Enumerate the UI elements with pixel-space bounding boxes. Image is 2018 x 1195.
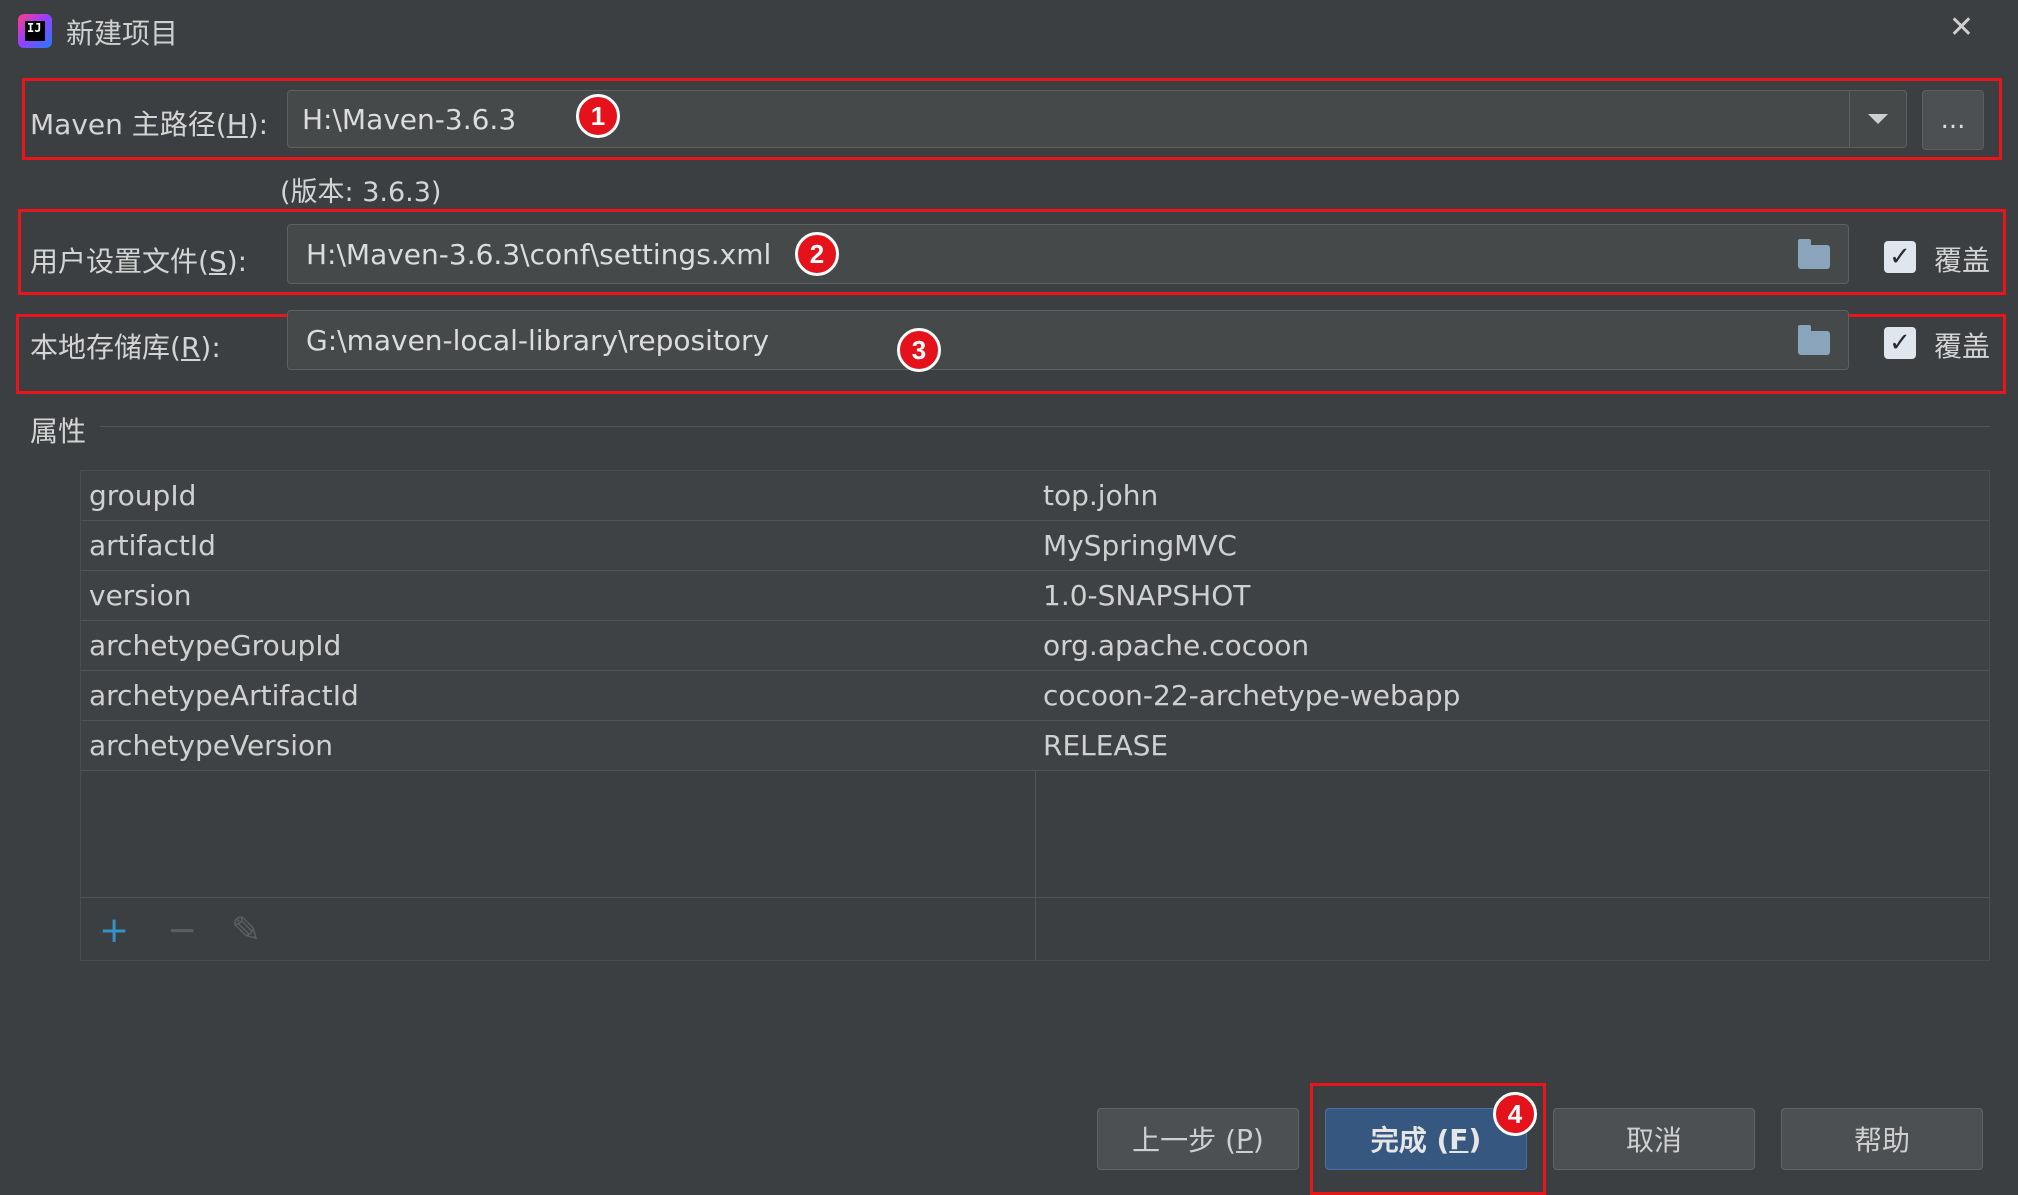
- folder-icon[interactable]: [1798, 325, 1830, 355]
- property-key: version: [89, 579, 192, 612]
- user-settings-override-checkbox[interactable]: ✓: [1884, 241, 1916, 273]
- local-repo-override-label: 覆盖: [1934, 330, 1991, 363]
- property-key: artifactId: [89, 529, 216, 562]
- properties-toolbar: + − ✎: [81, 897, 1989, 960]
- maven-home-combobox[interactable]: H:\Maven-3.6.3: [287, 90, 1907, 148]
- local-repo-label: 本地存储库(R):: [30, 331, 221, 364]
- property-key: archetypeArtifactId: [89, 679, 359, 712]
- user-settings-label: 用户设置文件(S):: [30, 245, 248, 278]
- property-value: top.john: [1043, 479, 1159, 512]
- user-settings-field[interactable]: H:\Maven-3.6.3\conf\settings.xml: [287, 224, 1849, 284]
- property-key: archetypeVersion: [89, 729, 333, 762]
- maven-home-browse-button[interactable]: ...: [1922, 90, 1984, 150]
- annotation-badge-3: 3: [897, 328, 941, 372]
- annotation-badge-4: 4: [1493, 1092, 1537, 1136]
- annotation-badge-1: 1: [576, 94, 620, 138]
- maven-version-text: (版本: 3.6.3): [280, 177, 442, 208]
- properties-section-title: 属性: [30, 415, 87, 448]
- help-button[interactable]: 帮助: [1781, 1108, 1983, 1170]
- annotation-badge-2: 2: [795, 232, 839, 276]
- user-settings-override-label: 覆盖: [1934, 244, 1991, 277]
- add-icon[interactable]: +: [99, 910, 129, 951]
- table-row[interactable]: archetypeArtifactId cocoon-22-archetype-…: [81, 671, 1989, 721]
- property-value: org.apache.cocoon: [1043, 629, 1310, 662]
- property-value: 1.0-SNAPSHOT: [1043, 579, 1251, 612]
- intellij-app-icon: IJ: [18, 14, 52, 48]
- property-value: MySpringMVC: [1043, 529, 1237, 562]
- property-key: groupId: [89, 479, 197, 512]
- property-value: RELEASE: [1043, 729, 1169, 762]
- previous-button[interactable]: 上一步 (P): [1097, 1108, 1299, 1170]
- edit-icon[interactable]: ✎: [231, 910, 261, 951]
- local-repo-value: G:\maven-local-library\repository: [306, 323, 770, 357]
- window-title: 新建项目: [66, 17, 179, 50]
- cancel-button[interactable]: 取消: [1553, 1108, 1755, 1170]
- properties-table: groupId top.john artifactId MySpringMVC …: [80, 470, 1990, 961]
- table-row[interactable]: groupId top.john: [81, 471, 1989, 521]
- local-repo-field[interactable]: G:\maven-local-library\repository: [287, 310, 1849, 370]
- maven-home-dropdown-button[interactable]: [1849, 91, 1906, 147]
- user-settings-value: H:\Maven-3.6.3\conf\settings.xml: [306, 237, 772, 271]
- table-row[interactable]: archetypeVersion RELEASE: [81, 721, 1989, 771]
- local-repo-override-checkbox[interactable]: ✓: [1884, 327, 1916, 359]
- close-icon[interactable]: ✕: [1949, 10, 1974, 45]
- property-key: archetypeGroupId: [89, 629, 342, 662]
- table-row[interactable]: version 1.0-SNAPSHOT: [81, 571, 1989, 621]
- maven-home-value: H:\Maven-3.6.3: [302, 102, 517, 136]
- chevron-down-icon: [1868, 114, 1888, 124]
- maven-home-label: Maven 主路径(H):: [30, 108, 269, 141]
- remove-icon[interactable]: −: [167, 910, 197, 951]
- property-value: cocoon-22-archetype-webapp: [1043, 679, 1461, 712]
- section-divider: [100, 426, 1990, 427]
- table-row[interactable]: archetypeGroupId org.apache.cocoon: [81, 621, 1989, 671]
- folder-icon[interactable]: [1798, 239, 1830, 269]
- table-row[interactable]: artifactId MySpringMVC: [81, 521, 1989, 571]
